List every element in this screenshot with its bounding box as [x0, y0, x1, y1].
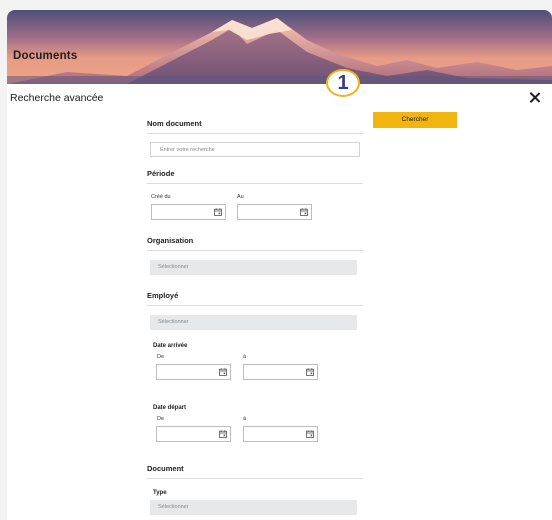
employee-select[interactable]: Sélectionner	[150, 315, 357, 330]
section-title-nom-document: Nom document	[147, 119, 202, 128]
arrival-to-label: à	[243, 354, 247, 360]
created-from-date-input[interactable]	[151, 204, 226, 220]
calendar-icon[interactable]	[214, 208, 222, 216]
calendar-icon[interactable]	[300, 208, 308, 216]
divider	[147, 183, 363, 184]
departure-from-date-input[interactable]	[156, 426, 231, 442]
divider	[147, 250, 363, 251]
section-title-employe: Employé	[147, 291, 179, 300]
section-title-periode: Période	[147, 169, 175, 178]
divider	[147, 305, 363, 306]
departure-to-date-input[interactable]	[243, 426, 318, 442]
calendar-icon[interactable]	[306, 430, 314, 438]
document-type-label: Type	[153, 490, 167, 496]
calendar-icon[interactable]	[219, 430, 227, 438]
document-type-select[interactable]: Sélectionner	[150, 500, 357, 515]
close-icon[interactable]	[527, 90, 543, 106]
calendar-icon[interactable]	[306, 368, 314, 376]
mountain-image	[7, 18, 552, 84]
created-from-label: Créé du	[151, 194, 171, 200]
app-frame: Documents Recherche avancée Chercher Nom…	[0, 0, 552, 520]
departure-date-title: Date départ	[153, 405, 187, 411]
created-to-label: Au	[237, 194, 244, 200]
arrival-from-date-input[interactable]	[156, 364, 231, 380]
section-title-organisation: Organisation	[147, 236, 194, 245]
advanced-search-modal: Recherche avancée Chercher Nom document …	[7, 84, 552, 520]
departure-from-label: De	[157, 416, 165, 422]
arrival-date-title: Date arrivée	[153, 343, 188, 349]
modal-title: Recherche avancée	[10, 92, 104, 104]
departure-to-label: à	[243, 416, 247, 422]
created-to-date-input[interactable]	[237, 204, 312, 220]
arrival-to-date-input[interactable]	[243, 364, 318, 380]
search-button[interactable]: Chercher	[373, 112, 457, 128]
arrival-from-label: De	[157, 354, 165, 360]
page-title: Documents	[13, 50, 78, 62]
divider	[147, 478, 363, 479]
calendar-icon[interactable]	[219, 368, 227, 376]
divider	[147, 133, 363, 134]
step-number-badge: 1	[326, 69, 360, 97]
organisation-select[interactable]: Sélectionner	[150, 260, 357, 275]
document-name-input[interactable]	[150, 142, 360, 157]
header-banner: Documents	[7, 10, 552, 84]
section-title-document: Document	[147, 464, 184, 473]
